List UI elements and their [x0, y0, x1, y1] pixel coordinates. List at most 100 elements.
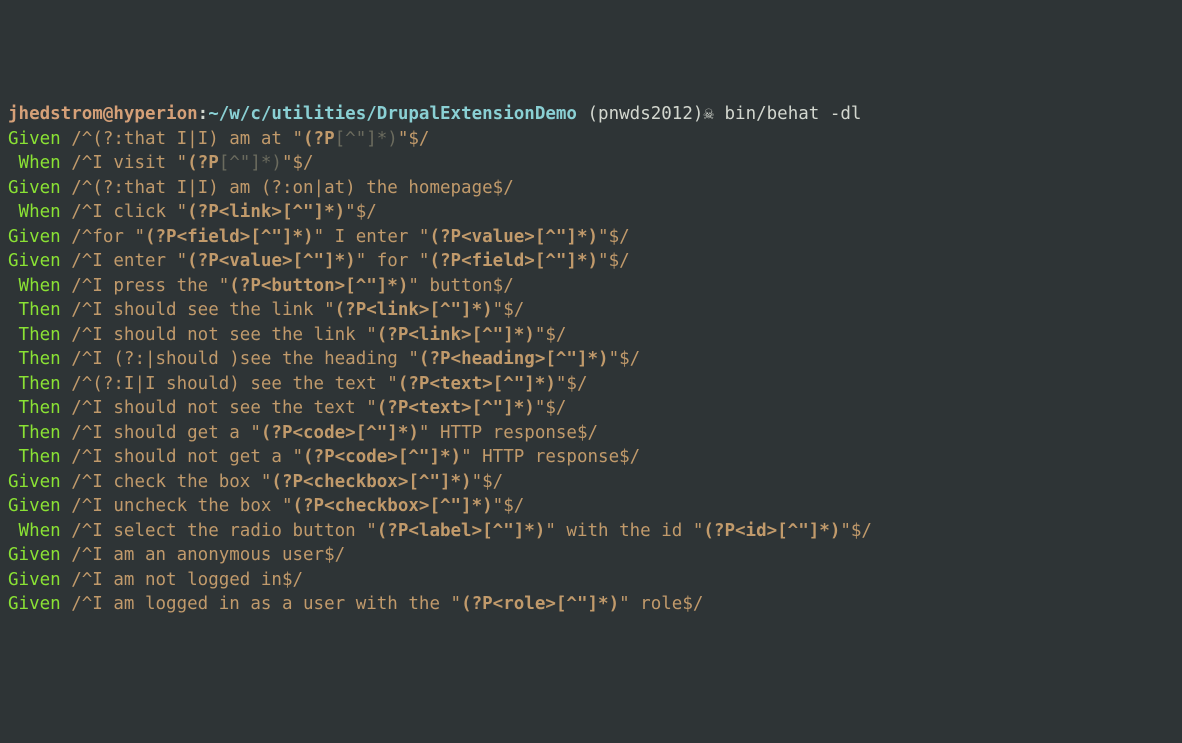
step-regex-segment: "$/ [535, 398, 567, 418]
step-definition-line: Given /^I uncheck the box "(?P<checkbox>… [8, 494, 1174, 519]
step-regex-segment: /^I press the " [61, 276, 230, 296]
step-keyword: Then [8, 398, 61, 418]
step-regex-segment: [^"]*) [219, 153, 282, 173]
step-regex-segment: /^(?:I|I should) see the text " [61, 374, 398, 394]
step-regex-segment: "$/ [282, 153, 314, 173]
step-regex-segment: (?P<link>[^"]*) [335, 300, 493, 320]
step-regex-segment: (?P<checkbox>[^"]*) [271, 472, 471, 492]
step-regex-segment: (?P<checkbox>[^"]*) [292, 496, 492, 516]
step-keyword: Then [8, 300, 61, 320]
step-regex-segment: "$/ [609, 349, 641, 369]
step-regex-segment: (?P<id>[^"]*) [703, 521, 840, 541]
step-keyword: When [8, 202, 61, 222]
step-regex-segment: "$/ [493, 496, 525, 516]
step-keyword: Then [8, 325, 61, 345]
step-keyword: Given [8, 251, 61, 271]
step-keyword: Given [8, 545, 61, 565]
step-regex-segment: /^I enter " [61, 251, 187, 271]
step-definition-line: When /^I visit "(?P[^"]*)"$/ [8, 151, 1174, 176]
step-regex-segment: " with the id " [545, 521, 703, 541]
step-regex-segment: /^I should get a " [61, 423, 261, 443]
step-regex-segment: /^I uncheck the box " [61, 496, 293, 516]
step-definition-line: Given /^for "(?P<field>[^"]*)" I enter "… [8, 225, 1174, 250]
step-regex-segment: "$/ [493, 300, 525, 320]
step-regex-segment: /^I am not logged in$/ [61, 570, 303, 590]
step-keyword: Given [8, 594, 61, 614]
step-regex-segment: /^I should see the link " [61, 300, 335, 320]
prompt-user: jhedstrom@hyperion [8, 104, 198, 124]
step-keyword: Given [8, 129, 61, 149]
step-regex-segment: (?P<field>[^"]*) [145, 227, 314, 247]
step-definition-line: Given /^(?:that I|I) am at "(?P[^"]*)"$/ [8, 127, 1174, 152]
step-regex-segment: (?P [187, 153, 219, 173]
step-regex-segment: /^(?:that I|I) am (?:on|at) the homepage… [61, 178, 514, 198]
step-keyword: Then [8, 447, 61, 467]
step-definition-line: Given /^I am not logged in$/ [8, 568, 1174, 593]
step-regex-segment: "$/ [398, 129, 430, 149]
step-definition-line: Then /^I should not see the link "(?P<li… [8, 323, 1174, 348]
step-regex-segment: (?P<link>[^"]*) [187, 202, 345, 222]
step-regex-segment: (?P<value>[^"]*) [429, 227, 598, 247]
step-keyword: Given [8, 227, 61, 247]
step-regex-segment: (?P<heading>[^"]*) [419, 349, 609, 369]
step-definition-line: Given /^I check the box "(?P<checkbox>[^… [8, 470, 1174, 495]
step-definition-line: When /^I press the "(?P<button>[^"]*)" b… [8, 274, 1174, 299]
step-regex-segment: (?P<label>[^"]*) [377, 521, 546, 541]
step-regex-segment: (?P<text>[^"]*) [398, 374, 556, 394]
step-regex-segment: /^I should not get a " [61, 447, 303, 467]
step-keyword: Given [8, 178, 61, 198]
prompt-branch: (pnwds2012) [588, 104, 704, 124]
step-regex-segment: " button$/ [408, 276, 513, 296]
step-keyword: Given [8, 570, 61, 590]
step-regex-segment: (?P<field>[^"]*) [429, 251, 598, 271]
step-regex-segment: "$/ [598, 251, 630, 271]
step-definition-line: Then /^I (?:|should )see the heading "(?… [8, 347, 1174, 372]
step-keyword: When [8, 276, 61, 296]
step-keyword: Given [8, 472, 61, 492]
step-definition-line: When /^I click "(?P<link>[^"]*)"$/ [8, 200, 1174, 225]
command-text: bin/behat -dl [714, 104, 862, 124]
step-keyword: Then [8, 374, 61, 394]
step-regex-segment: (?P<button>[^"]*) [229, 276, 408, 296]
prompt-line: jhedstrom@hyperion:~/w/c/utilities/Drupa… [8, 102, 1174, 127]
step-regex-segment: "$/ [598, 227, 630, 247]
step-regex-segment: /^for " [61, 227, 145, 247]
step-definition-line: Given /^(?:that I|I) am (?:on|at) the ho… [8, 176, 1174, 201]
step-keyword: Then [8, 423, 61, 443]
step-regex-segment: (?P<code>[^"]*) [261, 423, 419, 443]
step-definition-line: Then /^I should not see the text "(?P<te… [8, 396, 1174, 421]
step-regex-segment: /^I click " [61, 202, 187, 222]
step-regex-segment: " role$/ [619, 594, 703, 614]
step-regex-segment: /^I (?:|should )see the heading " [61, 349, 419, 369]
step-definition-line: Given /^I am an anonymous user$/ [8, 543, 1174, 568]
step-regex-segment: (?P [303, 129, 335, 149]
prompt-separator: : [198, 104, 209, 124]
step-regex-segment: "$/ [345, 202, 377, 222]
step-definition-line: When /^I select the radio button "(?P<la… [8, 519, 1174, 544]
step-regex-segment: /^I select the radio button " [61, 521, 377, 541]
step-regex-segment: "$/ [556, 374, 588, 394]
step-definition-line: Then /^I should not get a "(?P<code>[^"]… [8, 445, 1174, 470]
step-keyword: Given [8, 496, 61, 516]
step-keyword: Then [8, 349, 61, 369]
terminal-output: jhedstrom@hyperion:~/w/c/utilities/Drupa… [8, 102, 1174, 617]
step-regex-segment: " I enter " [314, 227, 430, 247]
step-regex-segment: (?P<link>[^"]*) [377, 325, 535, 345]
step-definition-line: Given /^I enter "(?P<value>[^"]*)" for "… [8, 249, 1174, 274]
step-regex-segment: " for " [356, 251, 430, 271]
prompt-symbol-icon: ☠ [703, 104, 714, 124]
step-regex-segment: /^I should not see the link " [61, 325, 377, 345]
step-regex-segment: (?P<role>[^"]*) [461, 594, 619, 614]
step-regex-segment: (?P<value>[^"]*) [187, 251, 356, 271]
step-definition-line: Then /^I should see the link "(?P<link>[… [8, 298, 1174, 323]
step-definition-line: Then /^I should get a "(?P<code>[^"]*)" … [8, 421, 1174, 446]
prompt-path: ~/w/c/utilities/DrupalExtensionDemo [208, 104, 577, 124]
step-regex-segment: /^(?:that I|I) am at " [61, 129, 303, 149]
step-regex-segment: (?P<text>[^"]*) [377, 398, 535, 418]
step-regex-segment: /^I am an anonymous user$/ [61, 545, 345, 565]
step-regex-segment: "$/ [472, 472, 504, 492]
step-definition-line: Then /^(?:I|I should) see the text "(?P<… [8, 372, 1174, 397]
step-regex-segment: " HTTP response$/ [461, 447, 640, 467]
step-regex-segment: " HTTP response$/ [419, 423, 598, 443]
step-regex-segment: /^I should not see the text " [61, 398, 377, 418]
